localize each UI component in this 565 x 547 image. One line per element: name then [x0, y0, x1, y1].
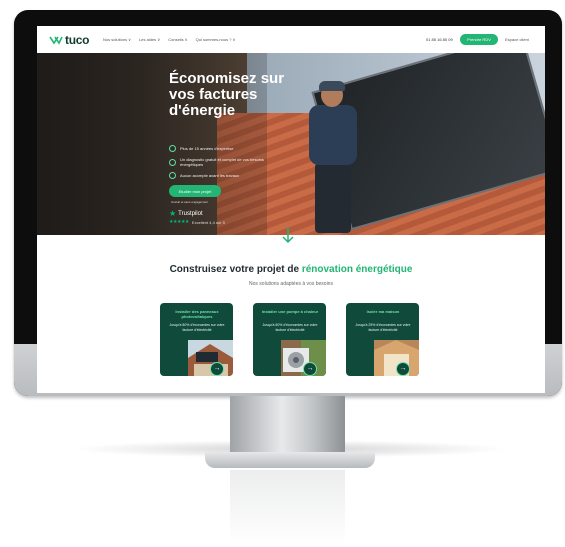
screen: tuco Nos solutions ∨ Les aides ∨ Conseil…: [37, 26, 545, 393]
logo-icon: [49, 36, 63, 45]
account-link[interactable]: Espace client: [505, 37, 529, 42]
rating-stars-icon: ★★★★★: [169, 219, 189, 225]
hero-banner: Économisez sur vos factures d'énergie Pl…: [37, 53, 545, 235]
section-title-highlight: rénovation énergétique: [301, 264, 413, 275]
logo-text: tuco: [65, 33, 90, 47]
stand-reflection: [230, 470, 345, 545]
hero-title: Économisez sur vos factures d'énergie: [169, 70, 285, 119]
section-title: Construisez votre projet de rénovation é…: [169, 264, 413, 275]
check-icon: [169, 145, 176, 152]
top-nav: tuco Nos solutions ∨ Les aides ∨ Conseil…: [37, 26, 545, 53]
hero-bullets: Plus de 15 années d'expertise Un diagnos…: [169, 145, 280, 184]
logo[interactable]: tuco: [49, 33, 89, 47]
nav-link-about[interactable]: Qui sommes-nous ? ∨: [196, 37, 236, 42]
rating-score: Excellent 4,4 sur 5: [191, 219, 225, 225]
card-heat-pump[interactable]: Installer une pompe à chaleur Jusqu'à 60…: [253, 303, 326, 376]
nav-link-solutions[interactable]: Nos solutions ∨: [103, 37, 131, 42]
card-insulation[interactable]: Isoler ma maison Jusqu'à 25% d'économies…: [346, 303, 419, 376]
phone-number[interactable]: 01 85 16 80 09: [426, 37, 453, 42]
nav-links: Nos solutions ∨ Les aides ∨ Conseils ∨ Q…: [103, 37, 243, 42]
monitor-base: [205, 452, 375, 468]
worker-image: [299, 81, 369, 233]
study-project-button[interactable]: Etudier mon projet: [169, 185, 221, 197]
arrow-right-icon[interactable]: →: [210, 362, 224, 376]
trustpilot-star-icon: ★: [169, 209, 177, 218]
cta-subtext: Gratuit et sans engagement: [171, 200, 209, 204]
arrow-right-icon[interactable]: →: [396, 362, 410, 376]
check-icon: [169, 172, 176, 179]
nav-link-aides[interactable]: Les aides ∨: [139, 37, 160, 42]
bullet-item: Aucun acompte avant les travaux: [169, 172, 280, 179]
nav-link-conseils[interactable]: Conseils ∨: [168, 37, 187, 42]
bullet-item: Un diagnostic gratuit et complet de vos …: [169, 157, 280, 167]
section-subtitle: Nos solutions adaptées à vos besoins: [249, 281, 333, 287]
trustpilot-badge[interactable]: ★ Trustpilot: [169, 209, 203, 218]
bullet-item: Plus de 15 années d'expertise: [169, 145, 280, 152]
solution-cards: Installer des panneaux photovoltaïques J…: [160, 303, 439, 376]
check-icon: [169, 158, 176, 166]
trustpilot-rating: ★★★★★ Excellent 4,4 sur 5: [169, 219, 225, 225]
scroll-down-arrow-icon[interactable]: [281, 226, 295, 244]
trustpilot-name: Trustpilot: [178, 210, 203, 217]
monitor-stand: [230, 396, 345, 454]
arrow-right-icon[interactable]: →: [303, 362, 317, 376]
card-solar-panels[interactable]: Installer des panneaux photovoltaïques J…: [160, 303, 233, 376]
appointment-button[interactable]: Prendre RDV: [460, 34, 498, 45]
